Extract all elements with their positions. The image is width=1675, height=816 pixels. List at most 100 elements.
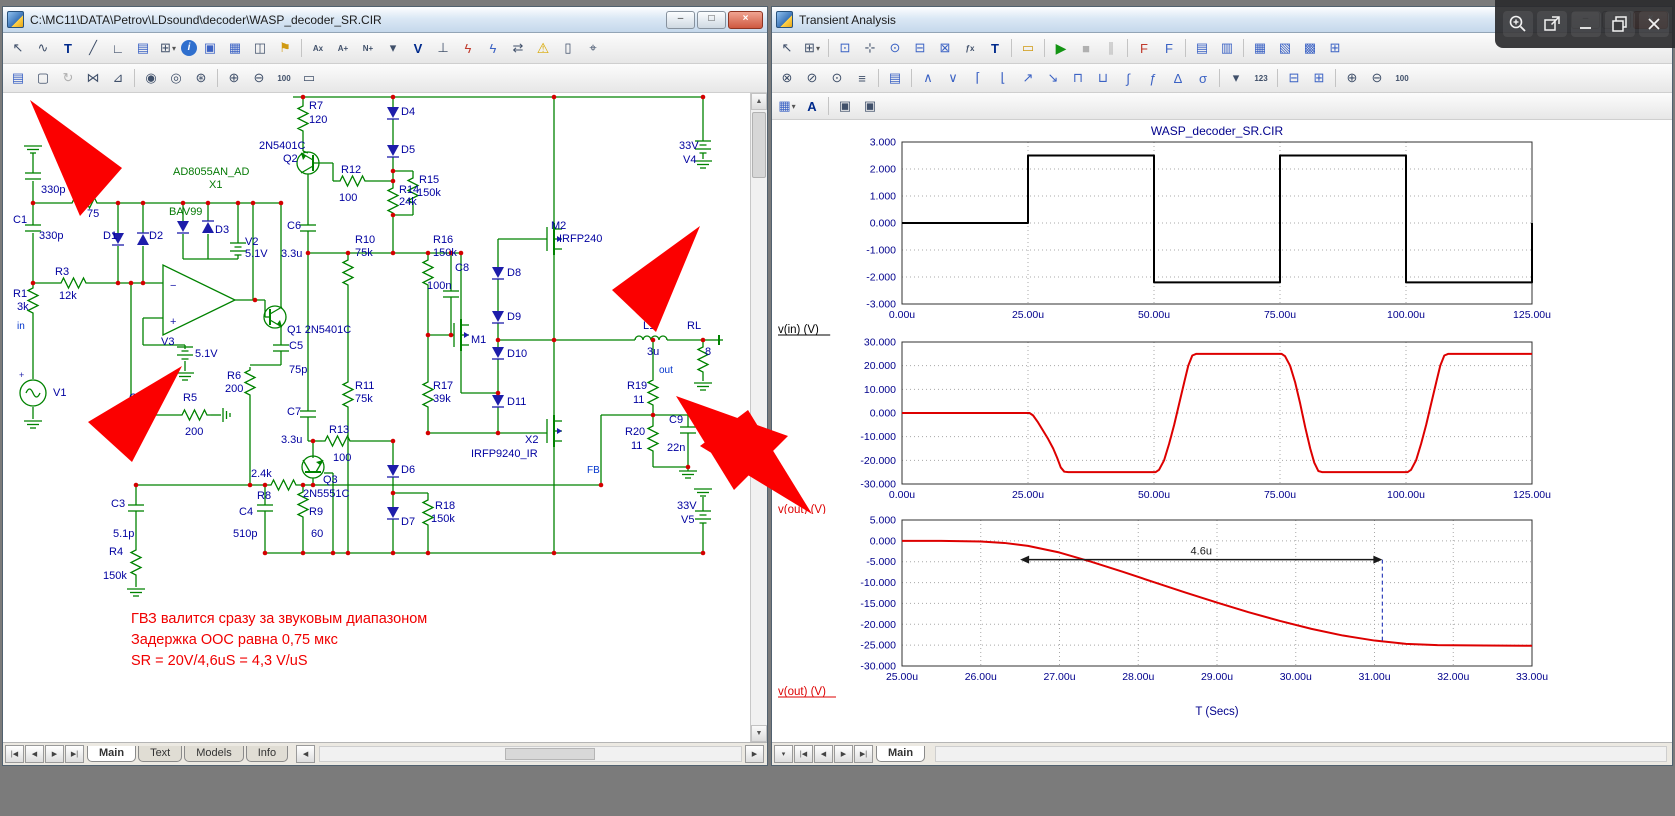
high-tool-icon[interactable]: ⌈ [966,67,990,89]
schematic-titlebar[interactable]: C:\MC11\DATA\Petrov\LDsound\decoder\WASP… [3,7,767,33]
zoom-out-tool-icon[interactable]: ⊖ [247,67,271,89]
grid-toggle-icon[interactable]: ⊞ [1323,37,1347,59]
separate-plots-icon[interactable]: ▦ [1248,37,1272,59]
properties-dialog-icon[interactable]: ▤ [883,67,907,89]
run-button-icon[interactable]: ▶ [1049,37,1073,59]
text-mode-icon[interactable]: A [800,95,824,117]
stats-tool-icon[interactable]: σ [1191,67,1215,89]
open-document-icon[interactable]: ▭ [1016,37,1040,59]
border-display-icon[interactable]: ▯ [556,37,580,59]
close-icon[interactable] [1639,11,1669,37]
tab-nav-button-2[interactable]: ▶ [45,745,64,763]
tab-main[interactable]: Main [87,746,136,762]
stack-plots-icon[interactable]: ▧ [1273,37,1297,59]
fall-tool-icon[interactable]: ↘ [1041,67,1065,89]
tab-nav-button-0[interactable]: |◀ [5,745,24,763]
split-horizontal-icon[interactable]: ⊟ [1282,67,1306,89]
tab-nav-button-3[interactable]: ▶ [834,745,853,763]
restore-button[interactable]: □ [697,11,726,29]
node-numbers-icon[interactable]: A+ [331,37,355,59]
fourier-window-icon[interactable]: F [1157,37,1181,59]
node-voltages-icon[interactable]: V [406,37,430,59]
vertical-tag-icon[interactable]: ⊠ [933,37,957,59]
x-axis-settings-icon[interactable]: ⊗ [775,67,799,89]
text-tool-icon[interactable]: T [983,37,1007,59]
low-tool-icon[interactable]: ⌊ [991,67,1015,89]
select-tool-icon[interactable]: ↖ [775,37,799,59]
tab-nav-button-1[interactable]: |◀ [794,745,813,763]
minimize-button[interactable]: – [666,11,695,29]
tab-main[interactable]: Main [876,746,925,762]
flag-tool-icon[interactable]: ⚑ [273,37,297,59]
bottom-tool-icon[interactable]: ⊔ [1091,67,1115,89]
slope-display-icon[interactable]: ⇄ [506,37,530,59]
rotate-tool-icon[interactable]: ↻ [56,67,80,89]
box-select-icon[interactable]: ▢ [31,67,55,89]
rise-tool-icon[interactable]: ↗ [1016,67,1040,89]
tab-nav-button-2[interactable]: ◀ [814,745,833,763]
flip-tool-icon[interactable]: ⊿ [106,67,130,89]
tab-nav-button-0[interactable]: ▾ [774,745,793,763]
restore-icon[interactable] [1605,11,1635,37]
zoom-100-tool-icon[interactable]: 100 [272,67,296,89]
scroll-down-icon[interactable]: ▼ [751,725,767,742]
stop-button-icon[interactable]: ■ [1074,37,1098,59]
text-tool-icon[interactable]: T [56,37,80,59]
close-button[interactable]: × [728,11,763,29]
valley-tool-icon[interactable]: ∨ [941,67,965,89]
hscroll-left-icon[interactable]: ◀ [296,745,315,763]
value-list-icon[interactable]: ≡ [850,67,874,89]
zoom-in-icon[interactable] [1503,11,1533,37]
analysis-window-icon[interactable]: ◫ [248,37,272,59]
log-scale-icon[interactable]: ⊙ [825,67,849,89]
zoom-in-tool-icon[interactable]: ⊕ [222,67,246,89]
current-probe-icon[interactable]: ϟ [456,37,480,59]
vscroll-track[interactable] [751,110,767,725]
find-next-tool-icon[interactable]: ◎ [164,67,188,89]
diagonal-wire-tool-icon[interactable]: ∟ [106,37,130,59]
info-mode-icon[interactable]: i [181,40,197,56]
top-tool-icon[interactable]: ⊓ [1066,67,1090,89]
formula-text-icon[interactable]: ƒx [958,37,982,59]
transient-plot-vout[interactable]: 0.00u25.00u50.00u75.00u100.00u125.00u30.… [772,336,1670,514]
open-external-icon[interactable] [1537,11,1567,37]
hscroll-track[interactable] [319,746,742,762]
data-points-icon[interactable]: ▩ [1298,37,1322,59]
tab-nav-button-1[interactable]: ◀ [25,745,44,763]
warning-display-icon[interactable]: ⚠ [531,37,555,59]
hscroll-thumb[interactable] [505,748,595,760]
tile-plots-icon[interactable]: ▤ [1190,37,1214,59]
minimize-icon[interactable] [1571,11,1601,37]
schematic-canvas[interactable]: +−+330pR275AD8055AN_ADX1C1330pD1D2BAV99D… [3,93,749,742]
hscroll-track[interactable] [935,746,1667,762]
delta-tool-icon[interactable]: Δ [1166,67,1190,89]
find-tool-icon[interactable]: ◉ [139,67,163,89]
numeric-output-icon[interactable]: 123 [1249,67,1273,89]
mirror-tool-icon[interactable]: ⋈ [81,67,105,89]
digital-display-icon[interactable]: ▦ [223,37,247,59]
integral-tool-icon[interactable]: ∫ [1116,67,1140,89]
print-preview-icon[interactable]: ▭ [297,67,321,89]
pin-connections-icon[interactable]: ⊥ [431,37,455,59]
find-text-icon[interactable]: Ax [306,37,330,59]
peak-tool-icon[interactable]: ∧ [916,67,940,89]
graphics-tool-icon[interactable]: ▤ [131,37,155,59]
power-probe-icon[interactable]: ϟ [481,37,505,59]
component-picker-icon[interactable]: ⊞▾ [156,37,180,59]
y-axis-settings-icon[interactable]: ⊘ [800,67,824,89]
zoom-100-tool-icon[interactable]: 100 [1390,67,1414,89]
function-tool-icon[interactable]: ƒ [1141,67,1165,89]
analysis-limits-icon[interactable]: F [1132,37,1156,59]
zoom-out-tool-icon[interactable]: ⊖ [1365,67,1389,89]
file-link-mode-icon[interactable]: ▣ [198,37,222,59]
tab-nav-button-3[interactable]: ▶| [65,745,84,763]
attributes-dialog-icon[interactable]: ▤ [6,67,30,89]
repeat-find-tool-icon[interactable]: ⊛ [189,67,213,89]
tab-models[interactable]: Models [184,746,243,762]
tab-text[interactable]: Text [138,746,182,762]
select-tool-icon[interactable]: ↖ [6,37,30,59]
hscroll-right-icon[interactable]: ▶ [745,745,764,763]
grid-menu-icon[interactable]: ▦▾ [775,95,799,117]
copy-page-icon[interactable]: ▣ [833,95,857,117]
point-tag-icon[interactable]: ⊙ [883,37,907,59]
